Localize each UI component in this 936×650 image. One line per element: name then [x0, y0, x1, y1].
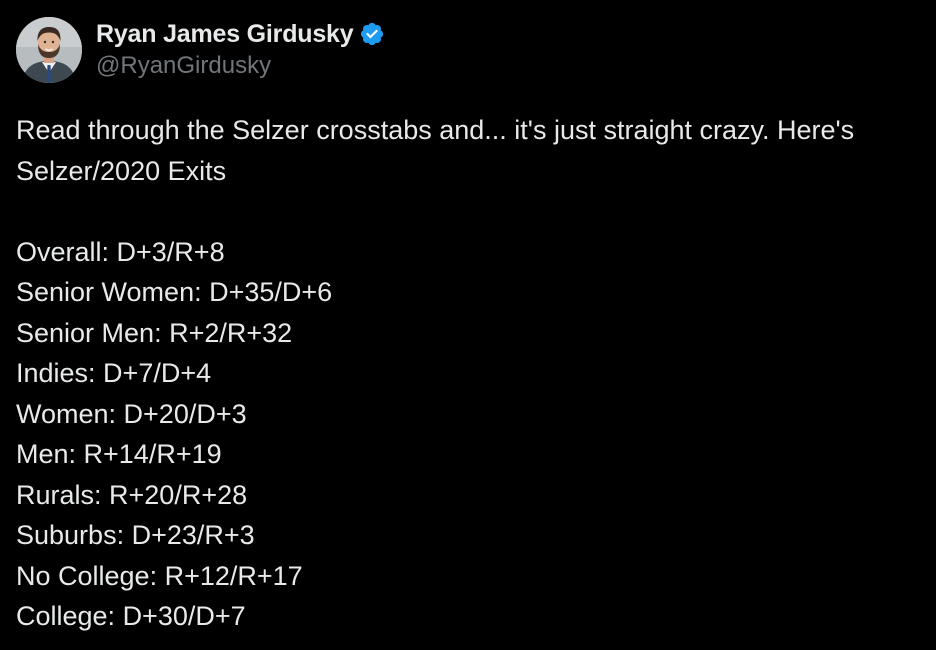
tweet-line: Senior Men: R+2/R+32 [16, 317, 293, 348]
avatar[interactable] [16, 17, 82, 83]
tweet-line: Suburbs: D+23/R+3 [16, 520, 255, 550]
tweet-line: Women: D+20/D+3 [16, 398, 247, 429]
tweet-body: Read through the Selzer crosstabs and...… [16, 110, 926, 637]
tweet-line: Overall: D+3/R+8 [16, 236, 225, 267]
tweet-line: College: D+30/D+7 [16, 601, 246, 631]
author-handle[interactable]: @RyanGirdusky [96, 52, 271, 80]
tweet-card: Ryan James Girdusky @RyanGirdusky Read t… [0, 0, 936, 650]
author-name-row: Ryan James Girdusky [96, 18, 385, 50]
tweet-line: Men: R+14/R+19 [16, 439, 222, 469]
tweet-line: Indies: D+7/D+4 [16, 358, 212, 388]
avatar-image [16, 17, 82, 83]
tweet-line: Senior Women: D+35/D+6 [16, 277, 333, 307]
tweet-line: No College: R+12/R+17 [16, 560, 303, 591]
tweet-line: Rurals: R+20/R+28 [16, 479, 248, 510]
tweet-intro-text: Read through the Selzer crosstabs and...… [16, 115, 855, 186]
verified-badge-icon[interactable] [359, 21, 385, 47]
author-display-name[interactable]: Ryan James Girdusky [96, 20, 354, 49]
